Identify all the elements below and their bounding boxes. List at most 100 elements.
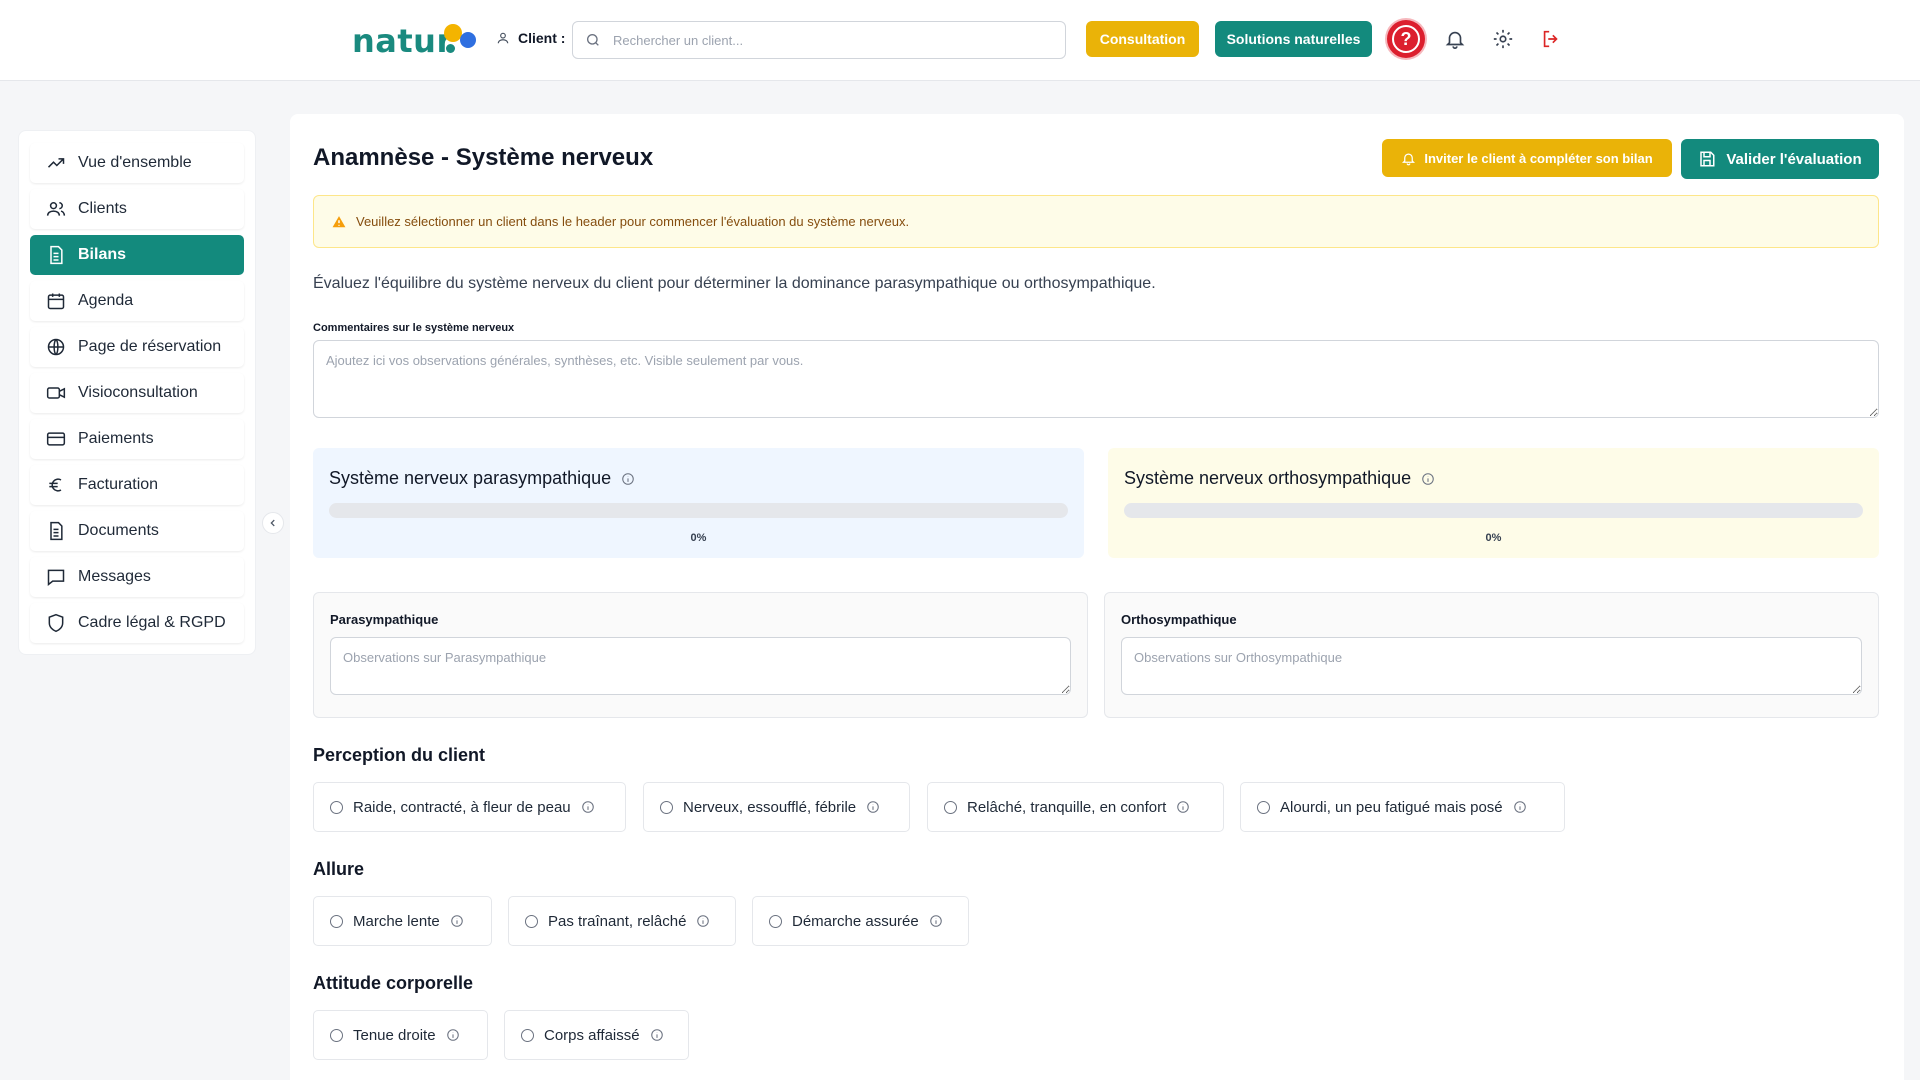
help-icon: ? [1392, 25, 1420, 53]
option-alourdi-fatigue[interactable]: Alourdi, un peu fatigué mais posé [1240, 782, 1565, 832]
radio-button[interactable] [330, 800, 343, 814]
calendar-icon [47, 293, 65, 310]
option-label: Nerveux, essoufflé, fébrile [683, 798, 857, 816]
radio-button[interactable] [769, 914, 782, 928]
observations-label: Parasympathique [330, 612, 439, 627]
sidebar-collapse-button[interactable] [262, 512, 284, 534]
sidebar-item-visioconsultation[interactable]: Visioconsultation [30, 373, 244, 413]
video-icon [46, 387, 66, 399]
invite-client-button[interactable]: Inviter le client à compléter son bilan [1382, 139, 1672, 177]
logout-icon[interactable] [1540, 28, 1564, 52]
radio-button[interactable] [330, 1028, 343, 1042]
gear-icon[interactable] [1492, 28, 1516, 52]
score-percentage: 0% [1485, 532, 1502, 544]
sidebar-item-label: Cadre légal & RGPD [78, 614, 226, 631]
section-title-perception: Perception du client [313, 745, 486, 765]
orthosympathetic-observations: Orthosympathique [1104, 592, 1879, 718]
sidebar-item-label: Vue d'ensemble [78, 154, 192, 171]
sidebar-item-cadre-legal[interactable]: Cadre légal & RGPD [30, 603, 244, 643]
search-input[interactable] [613, 22, 1053, 58]
info-icon[interactable] [621, 472, 635, 486]
option-label: Relâché, tranquille, en confort [967, 798, 1167, 816]
info-icon[interactable] [581, 800, 595, 814]
info-icon[interactable] [1421, 472, 1435, 486]
globe-icon [47, 338, 65, 356]
sidebar-item-vue-ensemble[interactable]: Vue d'ensemble [30, 143, 244, 183]
option-tenue-droite[interactable]: Tenue droite [313, 1010, 488, 1060]
shield-icon [48, 613, 64, 633]
orthosympathetic-progress-bar [1124, 503, 1863, 518]
euro-icon [49, 478, 62, 492]
section-title-allure: Allure [313, 859, 365, 879]
sidebar-item-label: Page de réservation [78, 338, 222, 355]
score-title-text: Système nerveux parasympathique [329, 468, 612, 488]
sidebar-item-label: Visioconsultation [78, 384, 198, 401]
logo[interactable]: natur [352, 18, 478, 62]
option-label: Alourdi, un peu fatigué mais posé [1280, 798, 1503, 816]
user-icon [496, 31, 510, 45]
option-pas-trainant[interactable]: Pas traînant, relâché [508, 896, 736, 946]
search-icon [585, 32, 601, 48]
validate-evaluation-label: Valider l'évaluation [1726, 150, 1862, 168]
option-marche-lente[interactable]: Marche lente [313, 896, 492, 946]
radio-button[interactable] [525, 914, 538, 928]
sidebar-item-label: Facturation [78, 476, 159, 493]
option-label: Démarche assurée [792, 912, 919, 930]
help-button[interactable]: ? [1387, 20, 1425, 58]
sidebar-item-agenda[interactable]: Agenda [30, 281, 244, 321]
option-raide-contracte[interactable]: Raide, contracté, à fleur de peau [313, 782, 626, 832]
sidebar-item-clients[interactable]: Clients [30, 189, 244, 229]
sidebar-item-label: Messages [78, 568, 151, 585]
save-icon [1700, 151, 1715, 167]
option-relache-tranquille[interactable]: Relâché, tranquille, en confort [927, 782, 1224, 832]
validate-evaluation-button[interactable]: Valider l'évaluation [1681, 139, 1879, 179]
sidebar-item-messages[interactable]: Messages [30, 557, 244, 597]
orthosympathetic-observations-textarea[interactable] [1121, 637, 1862, 695]
comment-textarea[interactable] [313, 340, 1879, 418]
sidebar-item-documents[interactable]: Documents [30, 511, 244, 551]
info-icon[interactable] [650, 1028, 664, 1042]
info-icon[interactable] [1176, 800, 1190, 814]
parasympathetic-score-card: Système nerveux parasympathique 0% [313, 448, 1084, 558]
sidebar-item-bilans[interactable]: Bilans [30, 235, 244, 275]
score-percentage: 0% [690, 532, 707, 544]
option-corps-affaisse[interactable]: Corps affaissé [504, 1010, 689, 1060]
info-icon[interactable] [450, 914, 464, 928]
client-search[interactable] [572, 21, 1066, 59]
sidebar-item-label: Bilans [78, 246, 127, 263]
radio-button[interactable] [1257, 800, 1270, 814]
sidebar-item-label: Documents [78, 522, 159, 539]
radio-button[interactable] [944, 800, 957, 814]
parasympathetic-observations-textarea[interactable] [330, 637, 1071, 695]
radio-button[interactable] [521, 1028, 534, 1042]
warning-icon [332, 215, 346, 227]
chevron-left-icon [270, 519, 275, 527]
parasympathetic-progress-bar [329, 503, 1068, 518]
alert-text: Veuillez sélectionner un client dans le … [356, 214, 910, 229]
client-label-text: Client : [518, 30, 566, 46]
info-icon[interactable] [929, 914, 943, 928]
page-title: Anamnèse - Système nerveux [313, 144, 654, 171]
comment-label: Commentaires sur le système nerveux [313, 322, 515, 334]
logo-dot-green [446, 44, 455, 53]
bell-icon[interactable] [1444, 28, 1468, 52]
sidebar-item-facturation[interactable]: Facturation [30, 465, 244, 505]
sidebar-item-page-reservation[interactable]: Page de réservation [30, 327, 244, 367]
main-content: Anamnèse - Système nerveux Inviter le cl… [290, 114, 1904, 1080]
trend-icon [47, 158, 65, 168]
radio-button[interactable] [330, 914, 343, 928]
sidebar-item-paiements[interactable]: Paiements [30, 419, 244, 459]
solutions-naturelles-button[interactable]: Solutions naturelles [1215, 21, 1372, 57]
orthosympathetic-score-card: Système nerveux orthosympathique 0% [1108, 448, 1879, 558]
sidebar-item-label: Agenda [78, 292, 134, 309]
info-icon[interactable] [866, 800, 880, 814]
info-icon[interactable] [696, 914, 710, 928]
consultation-button[interactable]: Consultation [1086, 21, 1199, 57]
bell-icon [1402, 153, 1416, 165]
info-icon[interactable] [446, 1028, 460, 1042]
radio-button[interactable] [660, 800, 673, 814]
option-nerveux-essouffle[interactable]: Nerveux, essoufflé, fébrile [643, 782, 910, 832]
option-label: Marche lente [353, 912, 440, 930]
info-icon[interactable] [1513, 800, 1527, 814]
option-demarche-assuree[interactable]: Démarche assurée [752, 896, 969, 946]
